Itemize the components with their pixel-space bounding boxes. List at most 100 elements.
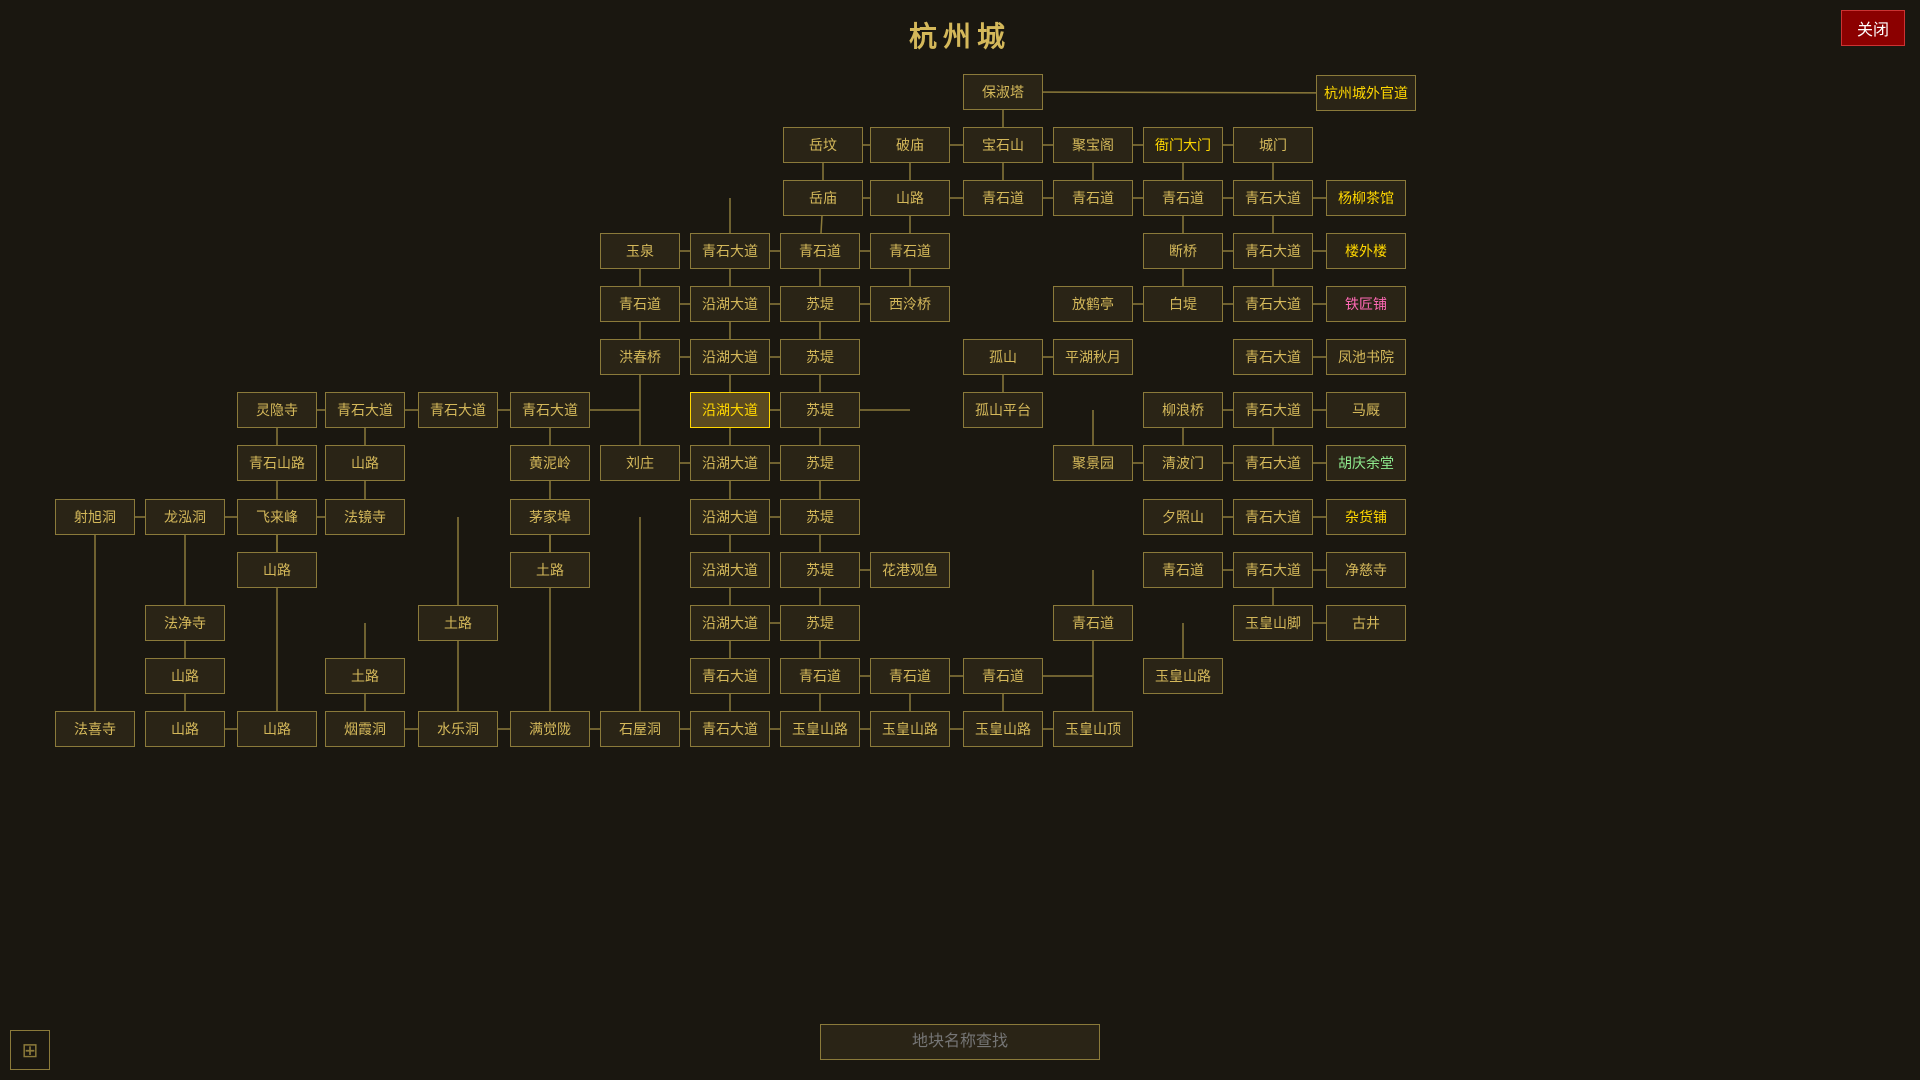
node-qingshishanlu[interactable]: 青石山路 — [237, 445, 317, 481]
node-sudi4[interactable]: 苏堤 — [780, 445, 860, 481]
node-qingshidao5[interactable]: 青石道 — [870, 233, 950, 269]
node-qingshidadao12[interactable]: 青石大道 — [1233, 552, 1313, 588]
node-baosuta[interactable]: 保淑塔 — [963, 74, 1043, 110]
node-xilengqiao[interactable]: 西泠桥 — [870, 286, 950, 322]
node-tulu1[interactable]: 土路 — [510, 552, 590, 588]
node-yanwudong[interactable]: 烟霞洞 — [325, 711, 405, 747]
node-yuhuangshanlu4[interactable]: 玉皇山路 — [963, 711, 1043, 747]
node-fanghe[interactable]: 放鹤亭 — [1053, 286, 1133, 322]
node-fajingsi2[interactable]: 法净寺 — [145, 605, 225, 641]
node-qingshidadao6[interactable]: 青石大道 — [325, 392, 405, 428]
node-shanlu6[interactable]: 山路 — [237, 711, 317, 747]
node-qingshidao1[interactable]: 青石道 — [963, 180, 1043, 216]
node-huqingyu[interactable]: 胡庆余堂 — [1326, 445, 1406, 481]
node-yuefeng[interactable]: 岳坟 — [783, 127, 863, 163]
node-fajingsi[interactable]: 法镜寺 — [325, 499, 405, 535]
node-baoshishan[interactable]: 宝石山 — [963, 127, 1043, 163]
node-shanlu2[interactable]: 山路 — [325, 445, 405, 481]
node-qingshidadao8[interactable]: 青石大道 — [510, 392, 590, 428]
node-qingshidao4[interactable]: 青石道 — [780, 233, 860, 269]
node-shexudong[interactable]: 射旭洞 — [55, 499, 135, 535]
node-yanhu4[interactable]: 沿湖大道 — [690, 445, 770, 481]
node-yuhuangshanling[interactable]: 玉皇山顶 — [1053, 711, 1133, 747]
node-liuzhuang[interactable]: 刘庄 — [600, 445, 680, 481]
node-hongchunqiao[interactable]: 洪春桥 — [600, 339, 680, 375]
node-shanlu5[interactable]: 山路 — [145, 711, 225, 747]
node-yuhuangshanlv2[interactable]: 玉皇山路 — [780, 711, 860, 747]
node-shanlu3[interactable]: 山路 — [237, 552, 317, 588]
node-qingshidao8[interactable]: 青石道 — [1053, 605, 1133, 641]
node-qingshidao10[interactable]: 青石道 — [870, 658, 950, 694]
node-jubao[interactable]: 聚宝阁 — [1053, 127, 1133, 163]
node-mafang[interactable]: 马厩 — [1326, 392, 1406, 428]
node-qingshidadao7[interactable]: 青石大道 — [418, 392, 498, 428]
node-longhongdong[interactable]: 龙泓洞 — [145, 499, 225, 535]
node-qingshidadao1[interactable]: 青石大道 — [1233, 180, 1313, 216]
node-qingbomen[interactable]: 清波门 — [1143, 445, 1223, 481]
node-qingshidao11[interactable]: 青石道 — [963, 658, 1043, 694]
node-qingshidadao10[interactable]: 青石大道 — [1233, 445, 1313, 481]
node-yangliu[interactable]: 杨柳茶馆 — [1326, 180, 1406, 216]
node-faxisi[interactable]: 法喜寺 — [55, 711, 135, 747]
node-qingshidao9[interactable]: 青石道 — [780, 658, 860, 694]
node-shanlu4[interactable]: 山路 — [145, 658, 225, 694]
node-sudi7[interactable]: 苏堤 — [780, 605, 860, 641]
node-hangzhouchengwai[interactable]: 杭州城外官道 — [1316, 75, 1416, 111]
node-felaifeng[interactable]: 飞来峰 — [237, 499, 317, 535]
node-qingshidao6[interactable]: 青石道 — [600, 286, 680, 322]
node-gujing[interactable]: 古井 — [1326, 605, 1406, 641]
search-input[interactable] — [820, 1024, 1100, 1060]
node-shiwudong[interactable]: 石屋洞 — [600, 711, 680, 747]
node-tiezhuang[interactable]: 铁匠铺 — [1326, 286, 1406, 322]
node-yuhuangshanlu3[interactable]: 玉皇山路 — [870, 711, 950, 747]
node-yuhuangshanji[interactable]: 玉皇山脚 — [1233, 605, 1313, 641]
node-qingshidadao9[interactable]: 青石大道 — [1233, 392, 1313, 428]
close-button[interactable]: 关闭 — [1841, 10, 1905, 46]
node-louwailo[interactable]: 楼外楼 — [1326, 233, 1406, 269]
node-tulu2[interactable]: 土路 — [418, 605, 498, 641]
node-qingshidadao2[interactable]: 青石大道 — [690, 233, 770, 269]
node-gushanpingtai[interactable]: 孤山平台 — [963, 392, 1043, 428]
node-shuiledong[interactable]: 水乐洞 — [418, 711, 498, 747]
node-duanqiao[interactable]: 断桥 — [1143, 233, 1223, 269]
node-baidi[interactable]: 白堤 — [1143, 286, 1223, 322]
node-huagangguanyu[interactable]: 花港观鱼 — [870, 552, 950, 588]
node-lingyinsi[interactable]: 灵隐寺 — [237, 392, 317, 428]
node-sudi1[interactable]: 苏堤 — [780, 286, 860, 322]
node-manjuedian[interactable]: 满觉陇 — [510, 711, 590, 747]
node-jujingyuan[interactable]: 聚景园 — [1053, 445, 1133, 481]
node-sudi2[interactable]: 苏堤 — [780, 339, 860, 375]
node-sudi6[interactable]: 苏堤 — [780, 552, 860, 588]
node-maojiabu[interactable]: 茅家埠 — [510, 499, 590, 535]
node-yanhu2[interactable]: 沿湖大道 — [690, 339, 770, 375]
node-qingshidadao3[interactable]: 青石大道 — [1233, 233, 1313, 269]
node-qingshidadao11[interactable]: 青石大道 — [1233, 499, 1313, 535]
node-gushan[interactable]: 孤山 — [963, 339, 1043, 375]
node-xizhaoshan[interactable]: 夕照山 — [1143, 499, 1223, 535]
node-qingshidadao14[interactable]: 青石大道 — [690, 711, 770, 747]
node-sudi3[interactable]: 苏堤 — [780, 392, 860, 428]
node-chengmen[interactable]: 城门 — [1233, 127, 1313, 163]
node-fengchi[interactable]: 凤池书院 — [1326, 339, 1406, 375]
node-qingshidao7[interactable]: 青石道 — [1143, 552, 1223, 588]
node-yanhu5[interactable]: 沿湖大道 — [690, 499, 770, 535]
node-qingshidadao5[interactable]: 青石大道 — [1233, 339, 1313, 375]
node-pinghuqiuyue[interactable]: 平湖秋月 — [1053, 339, 1133, 375]
node-shanlu1[interactable]: 山路 — [870, 180, 950, 216]
node-zahuo[interactable]: 杂货铺 — [1326, 499, 1406, 535]
node-sudi5[interactable]: 苏堤 — [780, 499, 860, 535]
node-jingcisi[interactable]: 净慈寺 — [1326, 552, 1406, 588]
node-qingshidao2[interactable]: 青石道 — [1053, 180, 1133, 216]
node-qingshidao3[interactable]: 青石道 — [1143, 180, 1223, 216]
node-yonmen[interactable]: 衙门大门 — [1143, 127, 1223, 163]
node-yanhu3[interactable]: 沿湖大道 — [690, 392, 770, 428]
node-huangnigang[interactable]: 黄泥岭 — [510, 445, 590, 481]
node-tulu3[interactable]: 土路 — [325, 658, 405, 694]
node-yuhuangshanlv[interactable]: 玉皇山路 — [1143, 658, 1223, 694]
node-liulanqiao[interactable]: 柳浪桥 — [1143, 392, 1223, 428]
node-qingshidadao4[interactable]: 青石大道 — [1233, 286, 1313, 322]
node-qingshidadao13[interactable]: 青石大道 — [690, 658, 770, 694]
node-yanhu7[interactable]: 沿湖大道 — [690, 605, 770, 641]
node-yanhu1[interactable]: 沿湖大道 — [690, 286, 770, 322]
node-yuemiao[interactable]: 岳庙 — [783, 180, 863, 216]
